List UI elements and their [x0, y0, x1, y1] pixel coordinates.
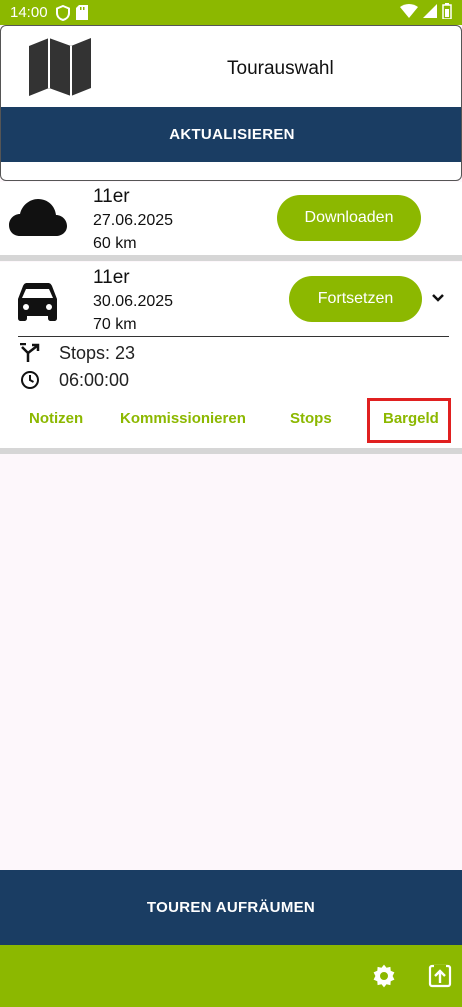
map-icon: [29, 38, 91, 96]
highlight-box: [367, 398, 451, 443]
tour-card-expanded[interactable]: 11er 30.06.2025 70 km Fortsetzen Stops: …: [0, 262, 462, 448]
cleanup-tours-button[interactable]: TOUREN AUFRÄUMEN: [0, 870, 462, 945]
status-time: 14:00: [10, 4, 48, 21]
settings-icon[interactable]: [372, 964, 396, 988]
tour-distance: 60 km: [93, 235, 137, 252]
exit-app-icon[interactable]: [428, 964, 452, 988]
signal-icon: [423, 3, 437, 22]
stops-link[interactable]: Stops: [290, 410, 332, 427]
battery-icon: [442, 2, 452, 23]
header-card: Tourauswahl AKTUALISIEREN: [0, 25, 462, 181]
chevron-down-icon[interactable]: [431, 293, 445, 303]
tour-name: 11er: [93, 267, 130, 288]
wifi-icon: [400, 3, 418, 22]
car-icon: [18, 283, 57, 321]
download-button[interactable]: Downloaden: [277, 195, 421, 241]
notes-link[interactable]: Notizen: [29, 410, 83, 427]
route-split-icon: [18, 341, 42, 365]
refresh-button[interactable]: AKTUALISIEREN: [1, 107, 461, 162]
duration-row: 06:00:00: [18, 368, 129, 392]
page-title: Tourauswahl: [227, 58, 334, 79]
stops-row: Stops: 23: [18, 341, 135, 365]
status-bar: 14:00: [0, 0, 462, 25]
shield-icon: [55, 4, 70, 21]
tour-distance: 70 km: [93, 316, 137, 333]
stops-count: Stops: 23: [59, 342, 136, 363]
divider: [0, 255, 462, 261]
tour-date: 27.06.2025: [93, 212, 174, 229]
tour-name: 11er: [93, 186, 130, 207]
picking-link[interactable]: Kommissionieren: [120, 410, 246, 427]
tour-date: 30.06.2025: [93, 293, 174, 310]
continue-button[interactable]: Fortsetzen: [289, 276, 422, 322]
separator: [18, 336, 449, 337]
clock-icon: [18, 368, 42, 392]
cloud-icon: [9, 199, 67, 236]
divider: [0, 448, 462, 454]
sd-card-icon: [75, 5, 88, 20]
tour-card[interactable]: 11er 27.06.2025 60 km Downloaden: [0, 182, 462, 255]
bottom-bar: [0, 945, 462, 1007]
duration-value: 06:00:00: [59, 369, 130, 390]
